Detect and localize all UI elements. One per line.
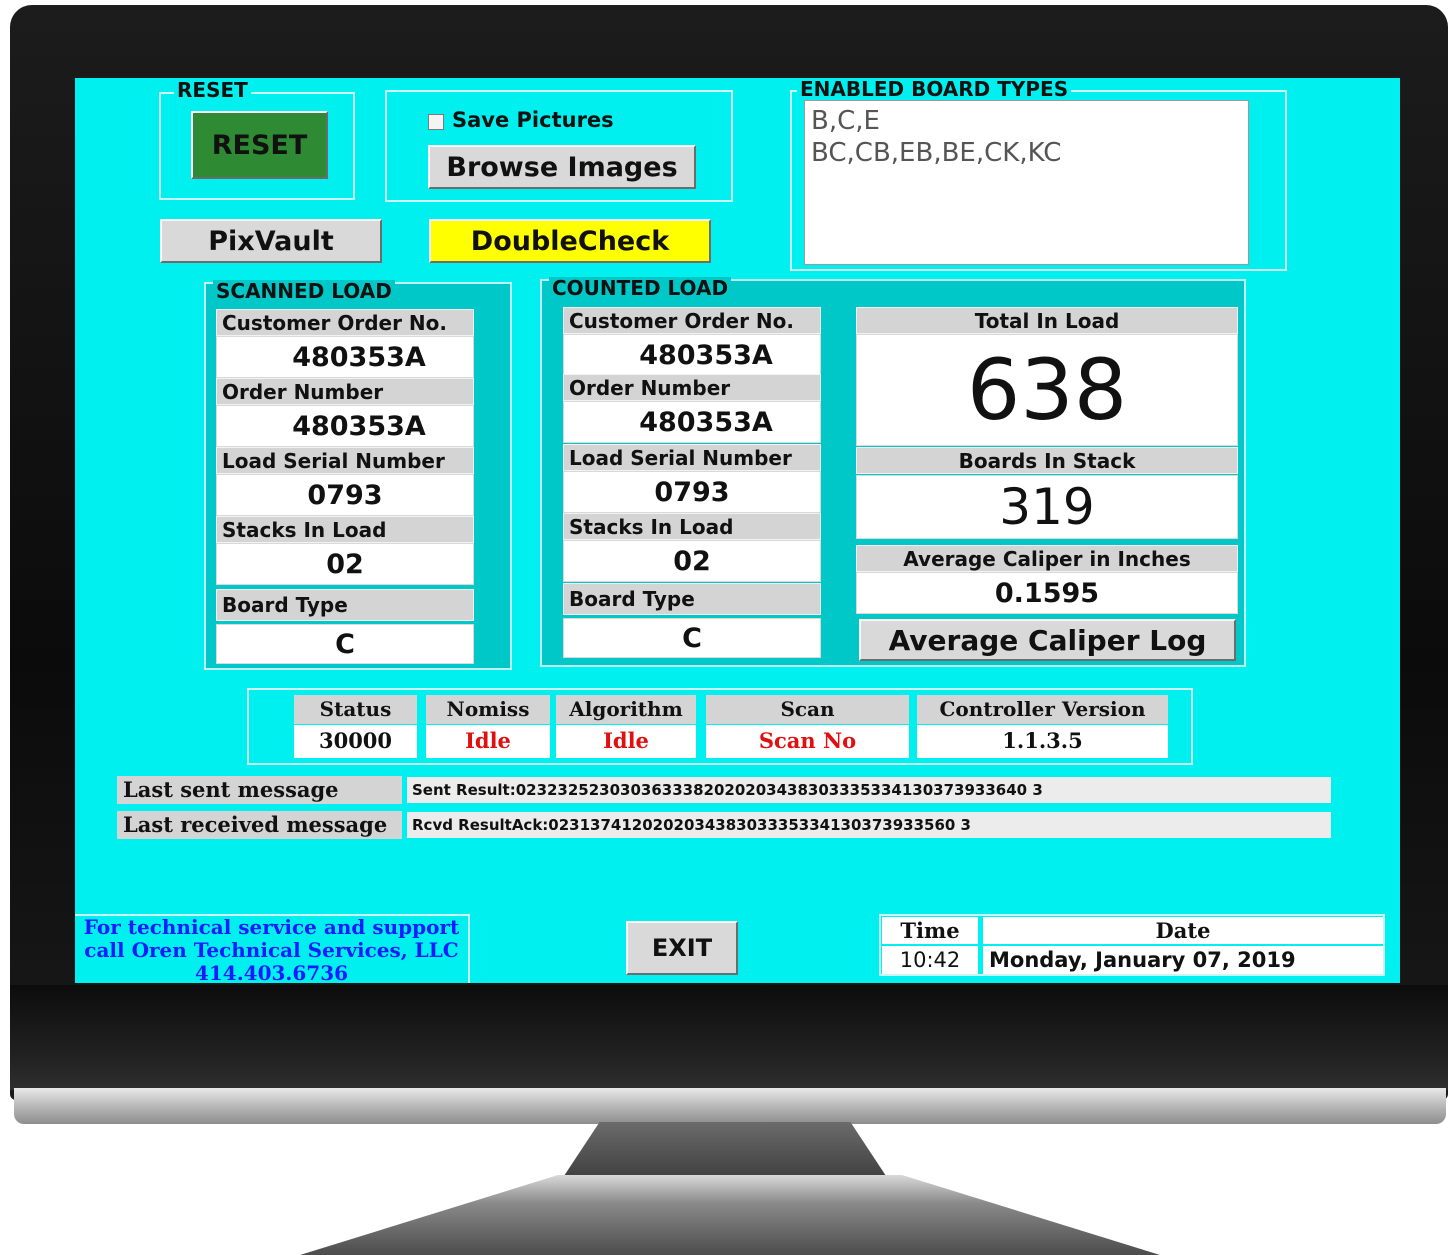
scanned-serial-value: 0793	[216, 474, 474, 516]
time-label: Time	[882, 917, 978, 944]
counted-order-number-label: Order Number	[563, 374, 821, 401]
counted-serial-label: Load Serial Number	[563, 444, 821, 471]
pixvault-button[interactable]: PixVault	[160, 219, 382, 263]
last-sent-message-value: Sent Result:0232325230303633382020203438…	[407, 777, 1331, 803]
counted-board-type-label: Board Type	[563, 583, 821, 615]
scanned-order-number-value: 480353A	[216, 405, 474, 447]
last-received-message-label: Last received message	[117, 811, 402, 839]
boards-in-stack-label: Boards In Stack	[856, 447, 1238, 474]
counted-load-title: COUNTED LOAD	[549, 277, 732, 299]
monitor-bottom-trim	[14, 1088, 1446, 1124]
last-sent-message-label: Last sent message	[117, 776, 402, 804]
last-received-message-value: Rcvd ResultAck:0231374120202034383033353…	[407, 812, 1331, 838]
boards-in-stack-value: 319	[856, 475, 1238, 539]
average-caliper-log-button[interactable]: Average Caliper Log	[859, 619, 1236, 661]
browse-images-button[interactable]: Browse Images	[428, 145, 696, 189]
support-line-2: call Oren Technical Services, LLC	[84, 938, 459, 962]
exit-button[interactable]: EXIT	[626, 921, 738, 975]
save-pictures-checkbox[interactable]	[428, 114, 444, 130]
counted-order-number-value: 480353A	[563, 401, 821, 443]
reset-button[interactable]: RESET	[191, 111, 328, 179]
total-in-load-value: 638	[856, 334, 1238, 446]
counted-stacks-label: Stacks In Load	[563, 513, 821, 540]
controller-version-value: 1.1.3.5	[917, 725, 1168, 758]
controller-version-label: Controller Version	[917, 695, 1168, 724]
average-caliper-label: Average Caliper in Inches	[856, 545, 1238, 572]
scanned-customer-order-value: 480353A	[216, 336, 474, 378]
scanned-board-type-value: C	[216, 624, 474, 664]
board-types-line-1: B,C,E	[811, 106, 880, 136]
scan-label: Scan	[706, 695, 909, 724]
date-value: Monday, January 07, 2019	[983, 946, 1383, 974]
scanned-customer-order-label: Customer Order No.	[216, 309, 474, 336]
scanned-stacks-value: 02	[216, 543, 474, 585]
reset-group-title: RESET	[174, 79, 251, 101]
enabled-board-types-textbox[interactable]: B,C,E BC,CB,EB,BE,CK,KC	[804, 100, 1249, 265]
counted-board-type-value: C	[563, 618, 821, 658]
total-in-load-label: Total In Load	[856, 307, 1238, 334]
scanned-board-type-label: Board Type	[216, 589, 474, 621]
counted-customer-order-value: 480353A	[563, 334, 821, 376]
save-pictures-label: Save Pictures	[452, 108, 614, 132]
status-label: Status	[294, 695, 417, 724]
doublecheck-button[interactable]: DoubleCheck	[429, 219, 711, 263]
technical-support-info: For technical service and support call O…	[75, 914, 470, 983]
monitor-stand-base	[300, 1175, 1160, 1255]
scanned-load-title: SCANNED LOAD	[213, 280, 395, 302]
scanned-order-number-label: Order Number	[216, 378, 474, 405]
counted-customer-order-label: Customer Order No.	[563, 307, 821, 334]
monitor-chin	[10, 985, 1448, 1090]
counted-serial-value: 0793	[563, 471, 821, 513]
support-line-1: For technical service and support	[83, 915, 460, 939]
support-phone: 414.403.6736	[194, 961, 349, 984]
date-label: Date	[983, 917, 1383, 944]
scanned-stacks-label: Stacks In Load	[216, 516, 474, 543]
enabled-board-types-title: ENABLED BOARD TYPES	[797, 78, 1072, 100]
monitor-stand-neck	[560, 1122, 890, 1182]
average-caliper-value: 0.1595	[856, 572, 1238, 614]
board-types-line-2: BC,CB,EB,BE,CK,KC	[811, 138, 1062, 168]
status-value: 30000	[294, 725, 417, 758]
scanned-serial-label: Load Serial Number	[216, 447, 474, 474]
time-value: 10:42	[882, 946, 978, 974]
nomiss-value: Idle	[426, 725, 550, 758]
algorithm-label: Algorithm	[556, 695, 696, 724]
counted-stacks-value: 02	[563, 540, 821, 582]
scan-value: Scan No	[706, 725, 909, 758]
nomiss-label: Nomiss	[426, 695, 550, 724]
application-screen: RESET RESET Save Pictures Browse Images …	[75, 78, 1400, 983]
algorithm-value: Idle	[556, 725, 696, 758]
